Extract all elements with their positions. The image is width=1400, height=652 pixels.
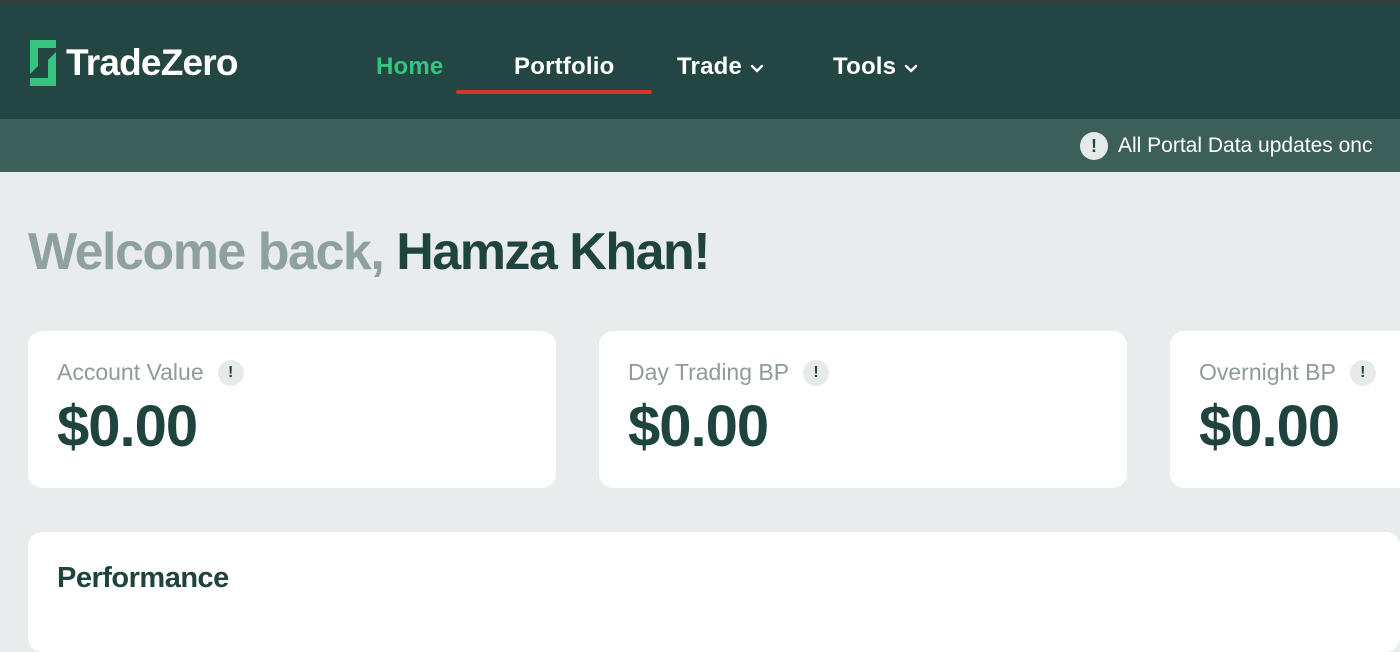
card-label: Day Trading BP !	[628, 359, 830, 386]
nav-tools[interactable]: Tools	[833, 50, 918, 84]
active-nav-underline	[456, 90, 652, 94]
overnight-bp-amount: $0.00	[1199, 394, 1340, 459]
account-value-card: Account Value ! $0.00	[28, 331, 556, 488]
performance-title: Performance	[57, 562, 229, 594]
account-value-label: Account Value	[57, 359, 204, 385]
overnight-bp-card: Overnight BP ! $0.00	[1170, 331, 1400, 488]
info-icon[interactable]: !	[1349, 359, 1376, 386]
nav-portfolio[interactable]: Portfolio	[514, 50, 614, 84]
nav-tools-label: Tools	[833, 53, 897, 80]
day-trading-bp-label: Day Trading BP	[628, 359, 790, 385]
nav-portfolio-label: Portfolio	[514, 53, 615, 80]
welcome-user-name: Hamza Khan!	[396, 223, 710, 281]
notice-text: All Portal Data updates onc	[1118, 134, 1373, 157]
card-label: Overnight BP !	[1199, 359, 1376, 386]
info-icon[interactable]: !	[217, 359, 244, 386]
nav-trade[interactable]: Trade	[677, 50, 764, 84]
welcome-heading: Welcome back, Hamza Khan!	[28, 222, 711, 286]
info-icon[interactable]: !	[803, 359, 830, 386]
exclamation-icon: !	[1080, 132, 1108, 160]
nav-home[interactable]: Home	[376, 50, 443, 84]
welcome-greeting: Welcome back,	[28, 223, 385, 281]
chevron-down-icon	[905, 64, 918, 73]
day-trading-bp-card: Day Trading BP ! $0.00	[599, 331, 1127, 488]
tradezero-logo-icon	[30, 40, 56, 86]
day-trading-bp-amount: $0.00	[628, 394, 769, 459]
card-label: Account Value !	[57, 359, 244, 386]
nav-trade-label: Trade	[677, 53, 743, 80]
chevron-down-icon	[750, 64, 764, 73]
account-value-amount: $0.00	[57, 394, 198, 459]
top-navigation-bar: TradeZero Home Portfolio Trade Tools	[0, 0, 1400, 119]
brand-logo[interactable]: TradeZero	[26, 40, 239, 86]
performance-card: Performance	[28, 532, 1400, 652]
brand-name: TradeZero	[66, 42, 239, 83]
nav-home-label: Home	[376, 53, 444, 80]
overnight-bp-label: Overnight BP	[1199, 359, 1336, 385]
